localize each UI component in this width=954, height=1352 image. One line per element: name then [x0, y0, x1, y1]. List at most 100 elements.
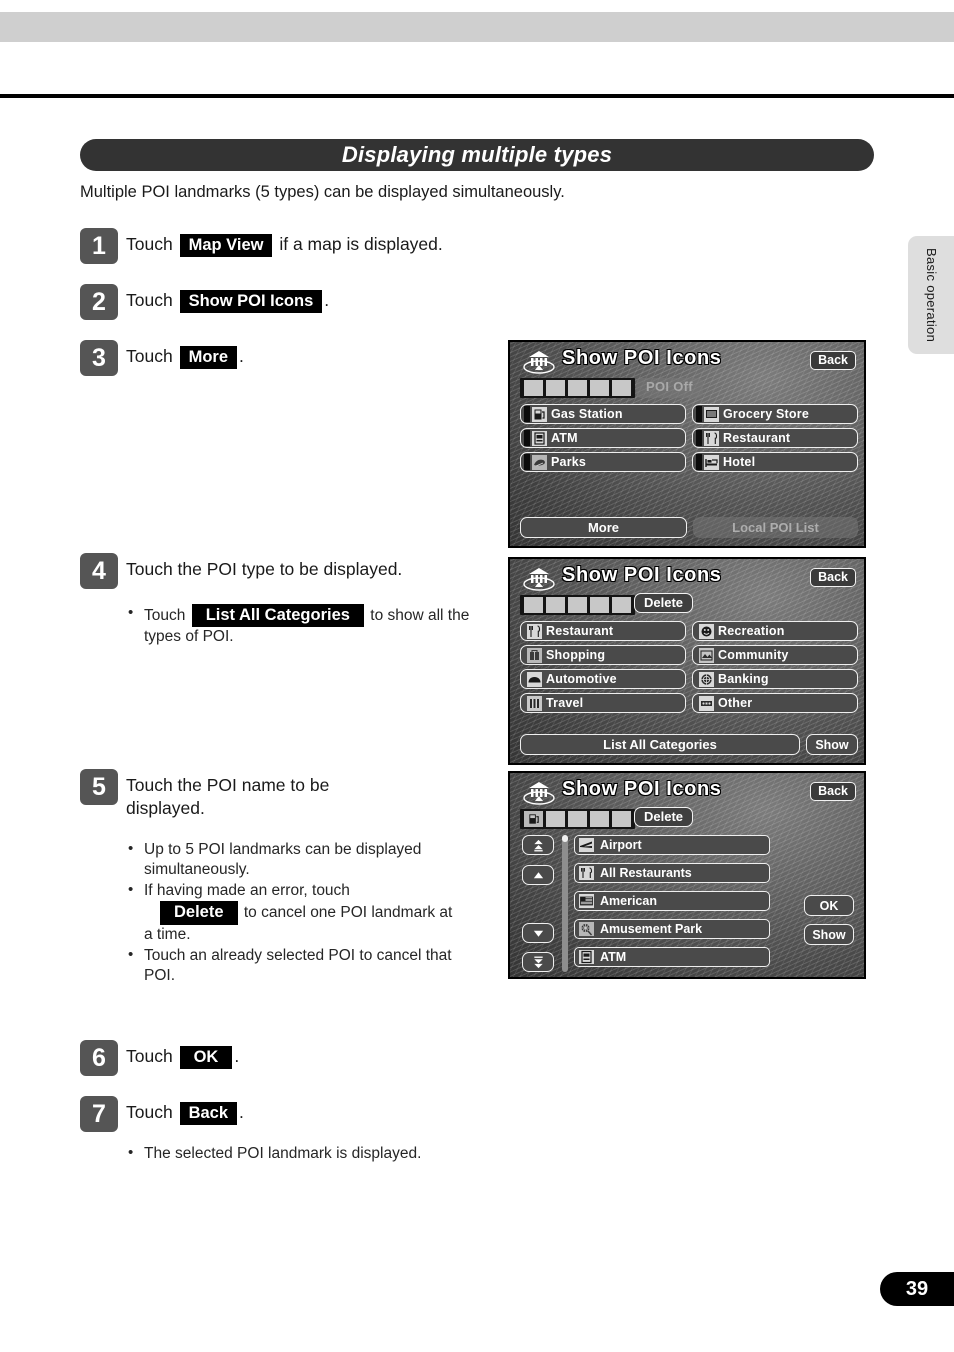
key-list-all-categories[interactable]: List All Categories — [191, 604, 364, 628]
list-item-airport[interactable]: Airport — [574, 835, 770, 855]
step-6-post: . — [234, 1046, 240, 1066]
step-1-number: 1 — [80, 228, 118, 264]
gas-pump-icon — [532, 406, 547, 422]
key-show-poi-icons[interactable]: Show POI Icons — [179, 290, 323, 314]
poi-slot-1[interactable] — [524, 597, 543, 613]
step-4-number: 4 — [80, 553, 118, 589]
scrollbar-thumb[interactable] — [562, 835, 568, 842]
step-6-text: Touch OK. — [126, 1040, 240, 1070]
scroll-down-icon[interactable] — [522, 923, 554, 943]
step-7-pre: Touch — [126, 1102, 173, 1122]
nav2-poi-grid: Restaurant Recreation Shopping Community — [520, 621, 858, 713]
poi-slot-3[interactable] — [568, 597, 587, 613]
poi-slot-2[interactable] — [546, 380, 565, 396]
poi-button-hotel[interactable]: Hotel — [692, 452, 858, 472]
poi-label: Gas Station — [551, 407, 623, 421]
step-3-pre: Touch — [126, 346, 173, 366]
nav2-bottom-row: List All Categories Show — [520, 734, 858, 755]
bullet-4-pre: Touch — [144, 607, 186, 624]
list-item-all-restaurants[interactable]: All Restaurants — [574, 863, 770, 883]
page-up-icon[interactable] — [522, 835, 554, 855]
poi-button-recreation[interactable]: Recreation — [692, 621, 858, 641]
list-item-label: American — [600, 894, 657, 908]
poi-label: Restaurant — [546, 624, 614, 638]
key-back[interactable]: Back — [179, 1102, 238, 1126]
nav1-title: Show POI Icons — [562, 347, 722, 369]
list-item-american[interactable]: American — [574, 891, 770, 911]
poi-button-banking[interactable]: Banking — [692, 669, 858, 689]
poi-slot-1[interactable] — [524, 811, 543, 827]
key-map-view[interactable]: Map View — [179, 234, 273, 258]
nav2-show-button[interactable]: Show — [806, 734, 858, 755]
list-item-atm[interactable]: ATM — [574, 947, 770, 967]
poi-slot-3[interactable] — [568, 380, 587, 396]
page-number-text: 39 — [905, 1277, 929, 1300]
poi-slot-5[interactable] — [612, 380, 631, 396]
marker-block — [696, 430, 702, 446]
nav3-poi-slots — [520, 809, 635, 829]
nav1-more-button[interactable]: More — [520, 517, 687, 538]
nav3-side-buttons: OK Show — [804, 895, 854, 953]
poi-slot-2[interactable] — [546, 597, 565, 613]
poi-button-gas-station[interactable]: Gas Station — [520, 404, 686, 424]
poi-slot-4[interactable] — [590, 380, 609, 396]
nav3-scrollbar[interactable] — [562, 835, 568, 972]
nav2-list-all-categories-button[interactable]: List All Categories — [520, 734, 800, 755]
nav3-poi-list: Airport All Restaurants American Amuseme… — [574, 835, 770, 967]
nav2-back-button[interactable]: Back — [810, 568, 856, 587]
poi-button-atm[interactable]: ATM — [520, 428, 686, 448]
poi-slot-4[interactable] — [590, 597, 609, 613]
step-2-text: Touch Show POI Icons. — [126, 284, 329, 314]
nav2-header: Show POI Icons Back — [510, 561, 864, 593]
restaurant-icon — [579, 866, 594, 880]
step-4-text: Touch the POI type to be displayed. — [126, 559, 403, 579]
poi-button-other[interactable]: Other — [692, 693, 858, 713]
side-tab-label: Basic operation — [924, 247, 940, 343]
nav3-delete-button[interactable]: Delete — [634, 807, 694, 827]
key-more[interactable]: More — [179, 346, 237, 370]
nav3-back-button[interactable]: Back — [810, 782, 856, 801]
page-down-icon[interactable] — [522, 952, 554, 972]
side-tab-basic-operation[interactable]: Basic operation — [908, 236, 954, 354]
shopping-bag-icon — [527, 647, 542, 663]
poi-button-parks[interactable]: Parks — [520, 452, 686, 472]
poi-button-restaurant[interactable]: Restaurant — [692, 428, 858, 448]
step-1-text: Touch Map View if a map is displayed. — [126, 228, 443, 258]
poi-slot-5[interactable] — [612, 597, 631, 613]
poi-label: Other — [718, 696, 753, 710]
poi-slot-1[interactable] — [524, 380, 543, 396]
nav1-back-button[interactable]: Back — [810, 351, 856, 370]
nav1-header: Show POI Icons Back — [510, 344, 864, 376]
suitcase-icon — [527, 695, 542, 711]
poi-button-community[interactable]: Community — [692, 645, 858, 665]
marker-block — [524, 406, 530, 422]
poi-button-restaurant[interactable]: Restaurant — [520, 621, 686, 641]
poi-slot-2[interactable] — [546, 811, 565, 827]
restaurant-icon — [704, 430, 719, 446]
nav3-header: Show POI Icons Back — [510, 775, 864, 807]
bullet-5b-pre: If having made an error, touch — [144, 882, 350, 900]
section-title-bar: Displaying multiple types — [80, 139, 874, 171]
list-item-amusement-park[interactable]: Amusement Park — [574, 919, 770, 939]
poi-button-shopping[interactable]: Shopping — [520, 645, 686, 665]
poi-button-automotive[interactable]: Automotive — [520, 669, 686, 689]
scroll-up-icon[interactable] — [522, 865, 554, 885]
nav1-local-poi-list-button: Local POI List — [693, 517, 858, 538]
nav3-show-button[interactable]: Show — [804, 924, 854, 945]
poi-slot-3[interactable] — [568, 811, 587, 827]
poi-button-travel[interactable]: Travel — [520, 693, 686, 713]
poi-button-grocery-store[interactable]: Grocery Store — [692, 404, 858, 424]
poi-label: Community — [718, 648, 789, 662]
key-ok[interactable]: OK — [179, 1046, 233, 1070]
banking-icon — [699, 671, 714, 687]
marker-block — [696, 406, 702, 422]
intro-paragraph: Multiple POI landmarks (5 types) can be … — [80, 183, 565, 201]
poi-slot-4[interactable] — [590, 811, 609, 827]
manual-page: Displaying multiple types Multiple POI l… — [0, 0, 954, 1352]
key-delete[interactable]: Delete — [160, 901, 238, 925]
poi-slot-5[interactable] — [612, 811, 631, 827]
list-item-label: ATM — [600, 950, 627, 964]
step-6-number: 6 — [80, 1040, 118, 1076]
nav2-delete-button[interactable]: Delete — [634, 593, 694, 613]
nav3-ok-button[interactable]: OK — [804, 895, 854, 916]
